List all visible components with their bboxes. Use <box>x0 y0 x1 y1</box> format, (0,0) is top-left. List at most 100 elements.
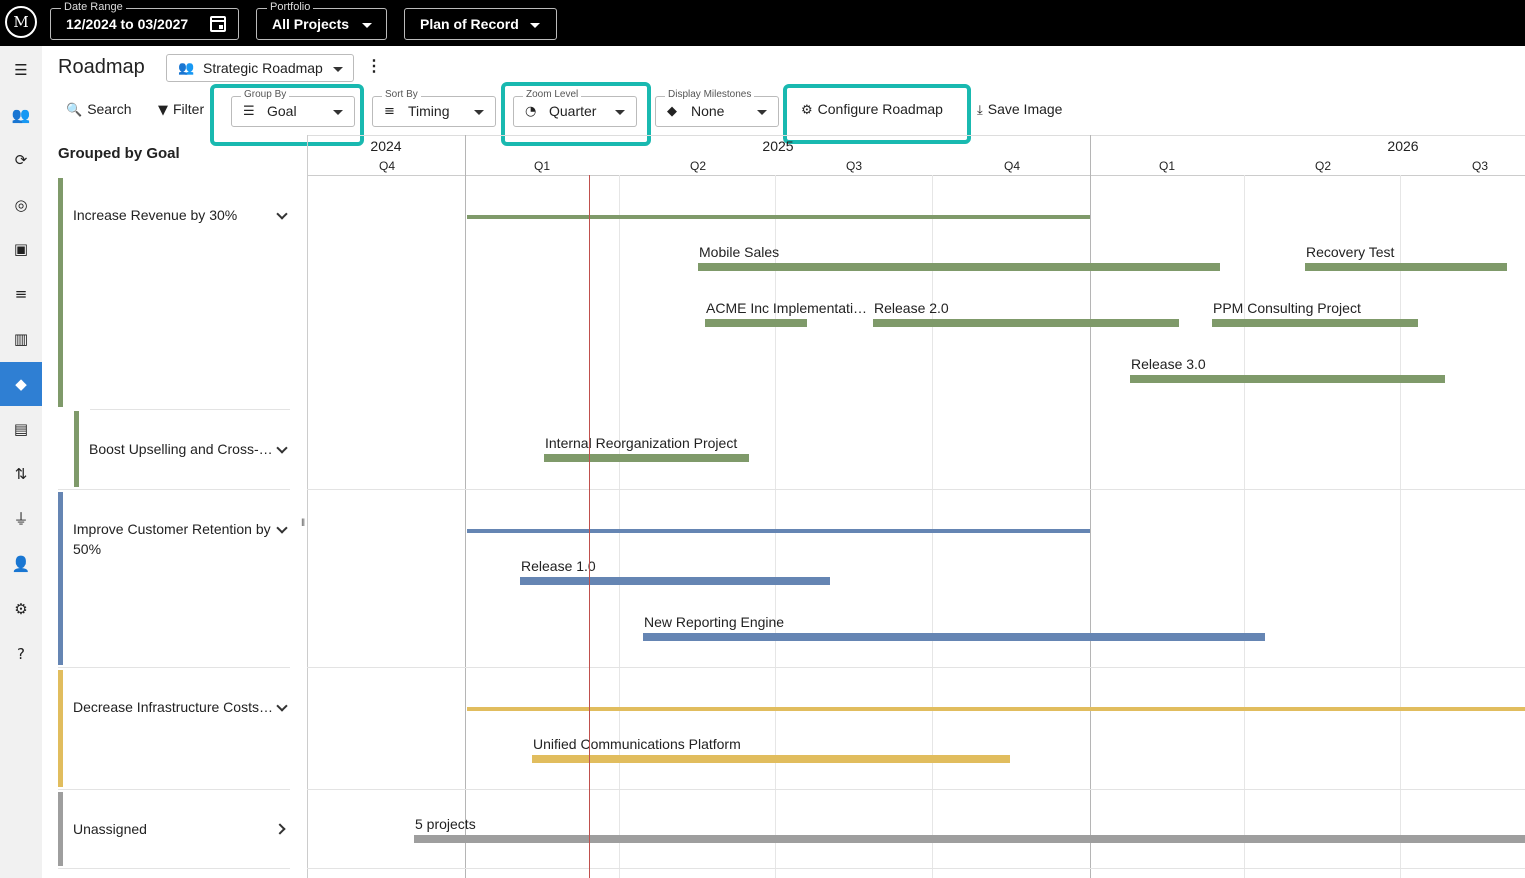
plan-value: Plan of Record <box>420 16 519 32</box>
nav-assignments[interactable]: ▣ <box>0 227 42 271</box>
chevron-right-icon[interactable] <box>274 823 286 835</box>
project-bar[interactable] <box>544 454 749 462</box>
chevron-down-icon[interactable] <box>276 208 288 220</box>
quarter-gridline <box>932 175 933 878</box>
project-label: PPM Consulting Project <box>1213 300 1361 316</box>
nav-help[interactable]: ? <box>0 632 42 676</box>
group-label[interactable]: Unassigned <box>73 819 273 839</box>
save-image-button[interactable]: ⤓ Save Image <box>977 101 1062 123</box>
year-label: 2026 <box>1387 138 1419 154</box>
filter-button[interactable]: ▼ Filter <box>158 101 204 123</box>
group-color-bar <box>58 670 63 787</box>
row-divider <box>58 789 290 790</box>
configure-roadmap-label: Configure Roadmap <box>817 101 943 117</box>
plan-select[interactable]: Plan of Record <box>404 8 557 40</box>
quarter-gridline <box>775 175 776 878</box>
nav-settings[interactable]: ⚙ <box>0 587 42 631</box>
plug-icon: ⏚ <box>13 510 29 528</box>
users-icon: 👤 <box>11 555 31 573</box>
group-by-label: Group By <box>241 89 290 101</box>
group-label[interactable]: Increase Revenue by 30% <box>73 205 273 225</box>
chevron-down-icon <box>333 110 343 115</box>
year-gridline <box>465 135 466 878</box>
app-logo-icon[interactable]: M <box>5 6 37 38</box>
nav-roadmap[interactable]: ◆ <box>0 362 42 406</box>
search-icon: 🔍 <box>66 103 83 118</box>
chevron-down-icon[interactable] <box>276 522 288 534</box>
timeline-left-border <box>307 135 308 878</box>
help-icon: ? <box>17 645 25 663</box>
date-range-picker[interactable]: Date Range 12/2024 to 03/2027 <box>50 1 239 40</box>
quarter-gridline <box>1400 175 1401 878</box>
project-bar[interactable] <box>520 577 830 585</box>
group-by-select[interactable]: Group By ☰ Goal <box>231 89 355 127</box>
download-icon: ⤓ <box>977 103 983 118</box>
nav-integrations[interactable]: ⏚ <box>0 497 42 541</box>
filter-label: Filter <box>173 101 205 117</box>
list-icon: ☰ <box>243 104 255 119</box>
sort-by-select[interactable]: Sort By ≡ Timing <box>372 89 496 127</box>
grouped-by-title: Grouped by Goal <box>58 145 180 162</box>
project-bar[interactable] <box>873 319 1179 327</box>
nav-goals[interactable]: ◎ <box>0 183 42 227</box>
project-label: Release 2.0 <box>874 300 949 316</box>
left-nav: ☰ 👥 ⟳ ◎ ▣ ≡ ▥ ◆ ▤ ⇅ ⏚ 👤 ⚙ ? <box>0 46 42 878</box>
chevron-down-icon[interactable] <box>276 700 288 712</box>
nav-board[interactable]: ▥ <box>0 317 42 361</box>
quarter-label: Q1 <box>533 159 551 173</box>
nav-documents[interactable]: ▤ <box>0 407 42 451</box>
zoom-level-select[interactable]: Zoom Level ◔ Quarter <box>513 89 637 127</box>
project-bar[interactable] <box>1130 375 1445 383</box>
nav-people[interactable]: 👥 <box>0 93 42 137</box>
sort-icon: ≡ <box>384 104 395 119</box>
quarter-gridline <box>619 175 620 878</box>
timeline-row-divider <box>307 789 1525 790</box>
project-label: Internal Reorganization Project <box>545 435 738 451</box>
project-bar[interactable] <box>643 633 1265 641</box>
group-label[interactable]: Improve Customer Retention by 50% <box>73 519 278 559</box>
goal-summary-bar[interactable] <box>467 707 1525 711</box>
project-bar[interactable] <box>532 755 1010 763</box>
portfolio-select[interactable]: Portfolio All Projects <box>256 1 387 40</box>
project-bar[interactable] <box>414 835 1525 843</box>
quarter-gridline <box>1244 175 1245 878</box>
display-milestones-select[interactable]: Display Milestones ◆ None <box>655 89 779 127</box>
chevron-down-icon <box>474 110 484 115</box>
chevron-down-icon <box>530 23 540 28</box>
project-label: New Reporting Engine <box>644 614 785 630</box>
search-button[interactable]: 🔍 Search <box>66 101 132 123</box>
nav-menu[interactable]: ☰ <box>0 48 42 92</box>
project-label: 5 projects <box>415 816 476 832</box>
more-options-icon[interactable]: ⋮ <box>366 57 382 77</box>
row-divider <box>90 409 290 410</box>
calendar-icon[interactable] <box>210 16 226 32</box>
project-bar[interactable] <box>698 263 1220 271</box>
display-milestones-value: None <box>691 103 725 119</box>
group-label[interactable]: Decrease Infrastructure Costs… <box>73 697 278 717</box>
resize-handle[interactable]: ‖ <box>301 518 305 529</box>
chevron-down-icon[interactable] <box>276 442 288 454</box>
zoom-level-value: Quarter <box>549 103 597 119</box>
nav-users[interactable]: 👤 <box>0 542 42 586</box>
nav-refresh[interactable]: ⟳ <box>0 138 42 182</box>
chevron-down-icon <box>615 110 625 115</box>
project-label: ACME Inc Implementati… <box>706 300 868 316</box>
group-label[interactable]: Boost Upselling and Cross-… <box>89 439 274 459</box>
row-divider <box>58 868 290 869</box>
quarter-label: Q1 <box>1158 159 1176 173</box>
project-bar[interactable] <box>1212 319 1418 327</box>
project-label: Release 1.0 <box>521 558 596 574</box>
roadmap-view-select[interactable]: 👥 Strategic Roadmap <box>166 54 354 82</box>
goal-summary-bar[interactable] <box>467 215 1090 219</box>
nav-list[interactable]: ≡ <box>0 272 42 316</box>
filter-icon: ▼ <box>158 103 168 118</box>
project-label: Release 3.0 <box>1131 356 1206 372</box>
configure-roadmap-button[interactable]: ⚙ Configure Roadmap <box>801 101 943 123</box>
goal-summary-bar[interactable] <box>467 529 1090 533</box>
nav-transfer[interactable]: ⇅ <box>0 452 42 496</box>
top-bar: M Date Range 12/2024 to 03/2027 Portfoli… <box>0 0 1525 46</box>
quarter-label: Q3 <box>1471 159 1489 173</box>
project-bar[interactable] <box>1305 263 1507 271</box>
timeline-row-divider <box>307 667 1525 668</box>
project-bar[interactable] <box>705 319 807 327</box>
